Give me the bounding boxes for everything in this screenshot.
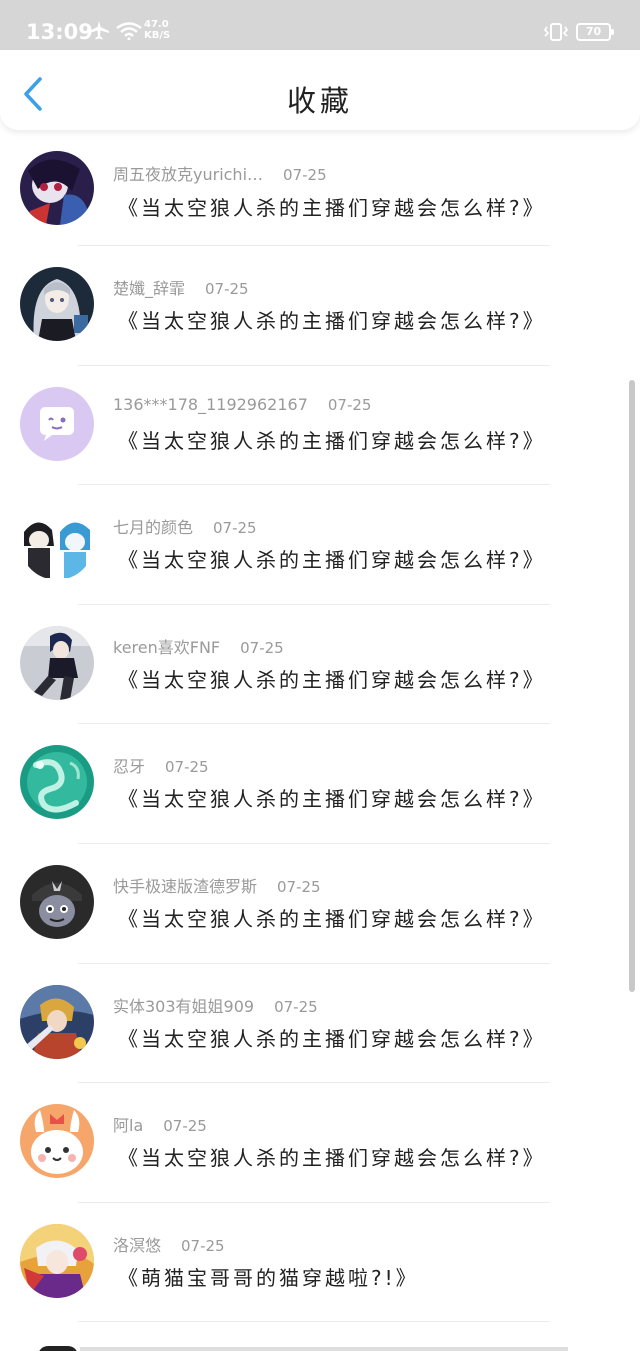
username[interactable]: 楚孅_辞霏	[113, 279, 185, 298]
battery-icon: 70	[576, 23, 614, 41]
item-title[interactable]: 《当太空狼人杀的主播们穿越会怎么样?》	[118, 544, 546, 573]
speed-value: 47.0	[144, 19, 169, 30]
date: 07-25	[205, 280, 249, 298]
airplane-icon	[88, 20, 110, 44]
divider	[80, 1347, 568, 1351]
item-meta: 实体303有姐姐909 07-25	[113, 993, 318, 1017]
list-item[interactable]: 楚孅_辞霏 07-25 《当太空狼人杀的主播们穿越会怎么样?》	[0, 246, 640, 366]
status-bar: 13:09 47.0 KB/S 70	[0, 0, 640, 50]
username[interactable]: 忍牙	[113, 757, 145, 776]
seated-character-avatar[interactable]	[20, 625, 94, 700]
list-item[interactable]: 洛溟悠 07-25 《萌猫宝哥哥的猫穿越啦?!》	[0, 1203, 640, 1323]
username[interactable]: 136***178_1192962167	[113, 395, 308, 414]
list-item[interactable]: 阿la 07-25 《当太空狼人杀的主播们穿越会怎么样?》	[0, 1083, 640, 1203]
item-meta: 楚孅_辞霏 07-25	[113, 275, 249, 299]
item-title[interactable]: 《当太空狼人杀的主播们穿越会怎么样?》	[118, 305, 546, 334]
list-item[interactable]: 周五夜放克yurichi… 07-25 《当太空狼人杀的主播们穿越会怎么样?》	[0, 130, 640, 246]
list-item[interactable]: 忍牙 07-25 《当太空狼人杀的主播们穿越会怎么样?》	[0, 724, 640, 844]
favorites-list: 周五夜放克yurichi… 07-25 《当太空狼人杀的主播们穿越会怎么样?》 楚…	[0, 130, 640, 1323]
username[interactable]: 洛溟悠	[113, 1236, 161, 1255]
default-chat-avatar[interactable]	[20, 386, 94, 461]
date: 07-25	[181, 1236, 225, 1255]
item-title[interactable]: 《当太空狼人杀的主播们穿越会怎么样?》	[118, 1142, 546, 1171]
silver-hair-anime-avatar[interactable]	[20, 267, 94, 341]
list-item[interactable]: 136***178_1192962167 07-25 《当太空狼人杀的主播们穿越会…	[0, 366, 640, 486]
item-meta: 洛溟悠 07-25	[113, 1232, 225, 1256]
dark-cap-character-avatar[interactable]	[20, 864, 94, 939]
username[interactable]: 快手极速版渣德罗斯	[113, 877, 257, 896]
page-title: 收藏	[286, 84, 353, 118]
dark-anime-avatar[interactable]	[20, 151, 94, 225]
network-speed: 47.0 KB/S	[144, 19, 170, 41]
item-title[interactable]: 《当太空狼人杀的主播们穿越会怎么样?》	[118, 425, 546, 454]
item-meta: keren喜欢FNF 07-25	[113, 634, 284, 658]
username[interactable]: 阿la	[113, 1116, 143, 1135]
vibrate-icon	[543, 21, 569, 47]
status-time: 13:09	[26, 20, 93, 44]
username[interactable]: 实体303有姐姐909	[113, 997, 254, 1016]
item-meta: 136***178_1192962167 07-25	[113, 395, 371, 414]
item-title[interactable]: 《当太空狼人杀的主播们穿越会怎么样?》	[118, 903, 546, 932]
date: 07-25	[240, 638, 284, 657]
item-title[interactable]: 《当太空狼人杀的主播们穿越会怎么样?》	[118, 1023, 546, 1052]
list-item[interactable]: 快手极速版渣德罗斯 07-25 《当太空狼人杀的主播们穿越会怎么样?》	[0, 844, 640, 964]
item-title[interactable]: 《当太空狼人杀的主播们穿越会怎么样?》	[118, 783, 546, 812]
divider	[78, 1321, 550, 1323]
avatar	[38, 1346, 78, 1351]
item-meta: 快手极速版渣德罗斯 07-25	[113, 873, 321, 897]
date: 07-25	[165, 758, 209, 777]
date: 07-25	[163, 1117, 207, 1136]
next-list-item-partial[interactable]	[0, 1338, 640, 1351]
speed-unit: KB/S	[144, 30, 171, 41]
jade-dragon-avatar[interactable]	[20, 745, 94, 820]
item-title[interactable]: 《当太空狼人杀的主播们穿越会怎么样?》	[118, 192, 546, 221]
date: 07-25	[327, 395, 372, 414]
list-item[interactable]: 七月的颜色 07-25 《当太空狼人杀的主播们穿越会怎么样?》	[0, 485, 640, 605]
date: 07-25	[213, 519, 257, 538]
item-title[interactable]: 《萌猫宝哥哥的猫穿越啦?!》	[118, 1262, 419, 1291]
username[interactable]: keren喜欢FNF	[113, 638, 220, 657]
chibi-pair-avatar[interactable]	[20, 506, 94, 581]
item-meta: 阿la 07-25	[113, 1112, 207, 1136]
list-item[interactable]: 实体303有姐姐909 07-25 《当太空狼人杀的主播们穿越会怎么样?》	[0, 964, 640, 1084]
cute-bunny-avatar[interactable]	[20, 1104, 94, 1179]
username[interactable]: 周五夜放克yurichi…	[113, 165, 263, 184]
date: 07-25	[277, 877, 321, 896]
colorful-anime-avatar[interactable]	[20, 1223, 94, 1298]
game-hero-avatar[interactable]	[20, 984, 94, 1059]
username[interactable]: 七月的颜色	[113, 518, 193, 537]
date: 07-25	[283, 166, 327, 184]
item-meta: 七月的颜色 07-25	[113, 514, 257, 538]
list-item[interactable]: keren喜欢FNF 07-25 《当太空狼人杀的主播们穿越会怎么样?》	[0, 605, 640, 725]
header: 收藏	[0, 50, 640, 130]
item-title[interactable]: 《当太空狼人杀的主播们穿越会怎么样?》	[118, 664, 546, 693]
wifi-icon	[116, 22, 142, 44]
date: 07-25	[274, 997, 318, 1016]
item-meta: 周五夜放克yurichi… 07-25	[113, 161, 327, 185]
scrollbar[interactable]	[629, 380, 635, 992]
item-meta: 忍牙 07-25	[113, 753, 209, 777]
